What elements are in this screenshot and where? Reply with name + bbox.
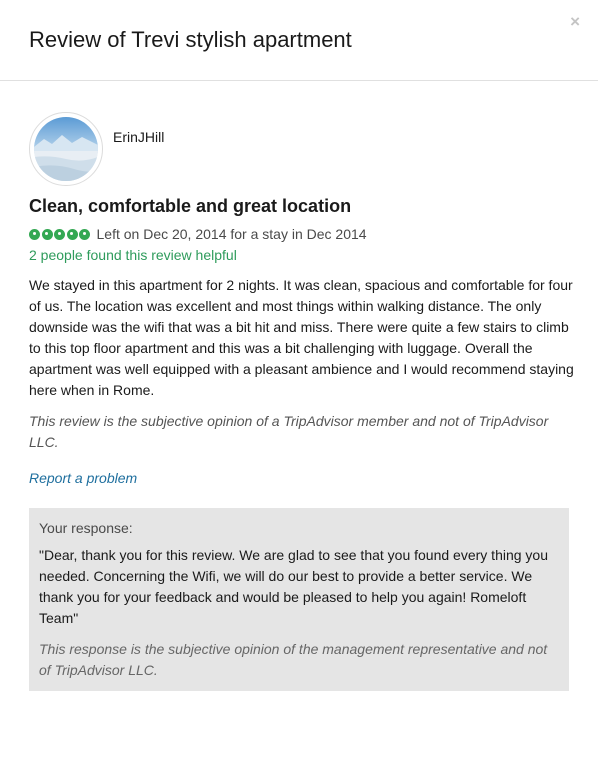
rating-row: Left on Dec 20, 2014 for a stay in Dec 2… (29, 226, 570, 242)
rating-bubble-icon (29, 228, 40, 240)
report-problem-link[interactable]: Report a problem (29, 470, 137, 486)
modal-header: Review of Trevi stylish apartment × (0, 0, 598, 81)
helpful-count: 2 people found this review helpful (29, 247, 237, 263)
rating-bubble-icon (66, 228, 78, 240)
avatar-landscape-icon (34, 117, 98, 181)
response-label: Your response: (39, 520, 133, 536)
close-icon[interactable]: × (570, 13, 580, 30)
response-text: "Dear, thank you for this review. We are… (39, 547, 549, 626)
rating-bubbles (29, 228, 92, 240)
review-disclaimer: This review is the subjective opinion of… (29, 413, 549, 450)
review-body: ErinJHill Clean, comfortable and great l… (29, 112, 574, 691)
review-title: Clean, comfortable and great location (29, 196, 352, 216)
rating-bubble-icon (79, 228, 90, 240)
review-date: Left on Dec 20, 2014 for a stay in Dec 2… (96, 226, 367, 242)
modal-title: Review of Trevi stylish apartment (29, 27, 352, 52)
response-disclaimer: This response is the subjective opinion … (39, 641, 548, 678)
avatar[interactable] (29, 112, 103, 186)
rating-bubble-icon (41, 228, 53, 240)
reviewer-name[interactable]: ErinJHill (113, 129, 164, 145)
owner-response: Your response: "Dear, thank you for this… (29, 508, 569, 691)
reviewer-info: ErinJHill (29, 112, 570, 186)
review-text: We stayed in this apartment for 2 nights… (29, 277, 574, 398)
rating-bubble-icon (54, 228, 65, 240)
review-modal: Review of Trevi stylish apartment × Erin… (0, 0, 598, 761)
